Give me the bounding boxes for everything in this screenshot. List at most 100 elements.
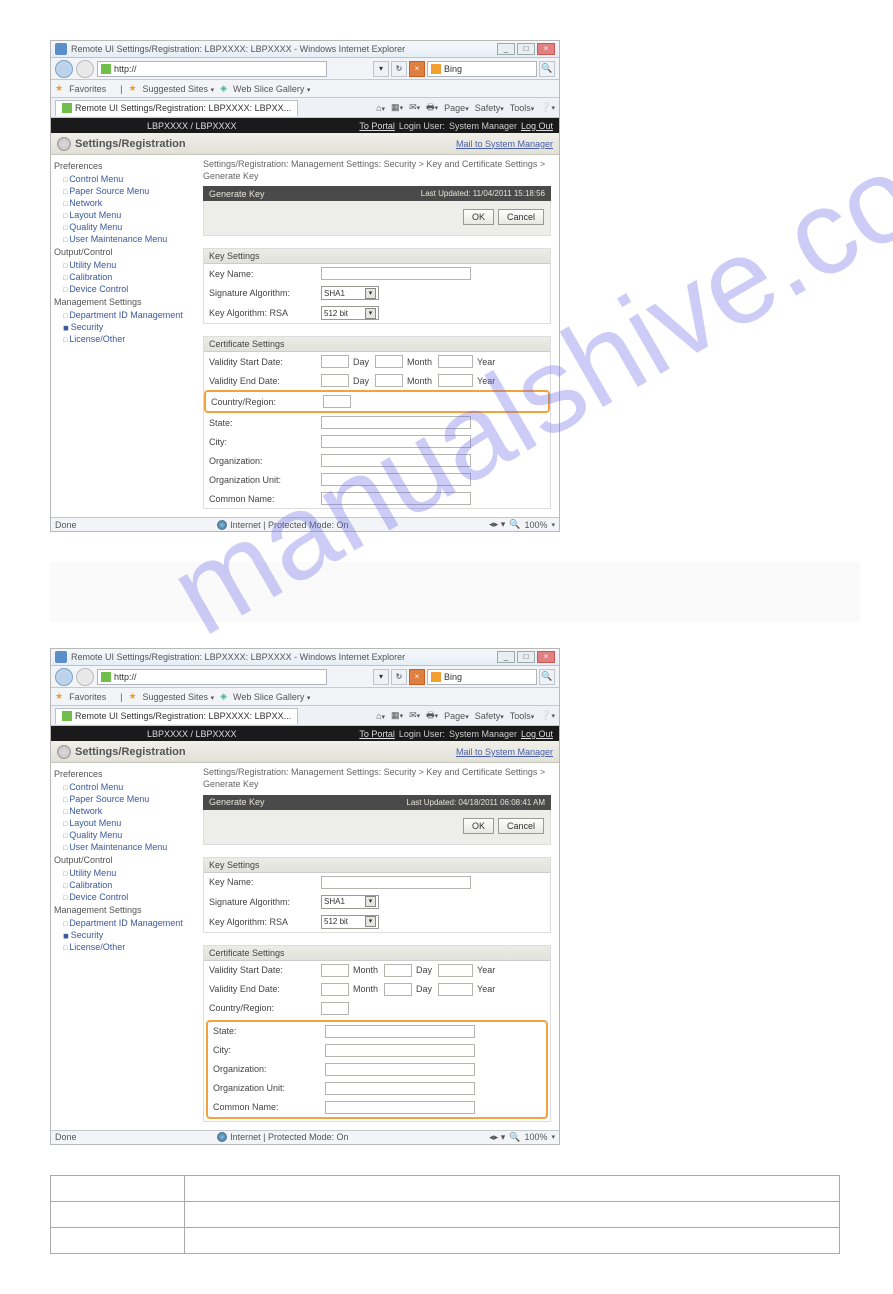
key-alg-select[interactable]: 512 bit▾ (321, 306, 379, 320)
zoom-icon[interactable]: 🔍 (509, 519, 520, 530)
search-field[interactable]: Bing (427, 669, 537, 685)
help-icon[interactable]: ❔▾ (540, 102, 555, 113)
mail-icon[interactable]: ✉▾ (409, 102, 420, 113)
back-button[interactable] (55, 60, 73, 78)
vstart-month-input[interactable] (375, 355, 403, 368)
feed-icon[interactable]: ▦▾ (391, 102, 403, 113)
browser-tab[interactable]: Remote UI Settings/Registration: LBPXXXX… (55, 100, 298, 116)
maximize-button[interactable]: □ (517, 651, 535, 663)
ou-input[interactable] (325, 1082, 475, 1095)
sidebar-item-usermaint[interactable]: User Maintenance Menu (57, 841, 191, 853)
portal-link[interactable]: To Portal (359, 729, 395, 739)
city-input[interactable] (321, 435, 471, 448)
home-icon[interactable]: ⌂▾ (376, 103, 385, 113)
refresh2-button[interactable]: ↻ (391, 669, 407, 685)
sidebar-item-calibration[interactable]: Calibration (57, 271, 191, 283)
logout-link[interactable]: Log Out (521, 729, 553, 739)
close-button[interactable]: × (537, 43, 555, 55)
vend-year-input[interactable] (438, 374, 473, 387)
url-field[interactable]: http:// (97, 61, 327, 77)
key-name-input[interactable] (321, 267, 471, 280)
refresh2-button[interactable]: ↻ (391, 61, 407, 77)
sidebar-item-control[interactable]: Control Menu (57, 173, 191, 185)
browser-tab[interactable]: Remote UI Settings/Registration: LBPXXXX… (55, 708, 298, 724)
sidebar-item-device[interactable]: Device Control (57, 891, 191, 903)
ok-button[interactable]: OK (463, 818, 494, 834)
vstart-month-input[interactable] (321, 964, 349, 977)
org-input[interactable] (325, 1063, 475, 1076)
sidebar-item-usermaint[interactable]: User Maintenance Menu (57, 233, 191, 245)
stop-button[interactable]: × (409, 61, 425, 77)
sidebar-item-security[interactable]: Security (57, 929, 191, 941)
forward-button[interactable] (76, 668, 94, 686)
sidebar-item-license[interactable]: License/Other (57, 333, 191, 345)
favorites-star-icon[interactable]: ★ (55, 691, 63, 702)
org-input[interactable] (321, 454, 471, 467)
sidebar-item-deptid[interactable]: Department ID Management (57, 309, 191, 321)
cn-input[interactable] (325, 1101, 475, 1114)
tools-menu[interactable]: Tools▾ (510, 711, 535, 721)
cancel-button[interactable]: Cancel (498, 209, 544, 225)
suggested-sites-link[interactable]: Suggested Sites ▾ (143, 692, 215, 702)
mail-link[interactable]: Mail to System Manager (456, 747, 553, 757)
forward-button[interactable] (76, 60, 94, 78)
ok-button[interactable]: OK (463, 209, 494, 225)
key-name-input[interactable] (321, 876, 471, 889)
vend-month-input[interactable] (375, 374, 403, 387)
tools-menu[interactable]: Tools▾ (510, 103, 535, 113)
safety-menu[interactable]: Safety▾ (475, 711, 504, 721)
sidebar-item-layout[interactable]: Layout Menu (57, 209, 191, 221)
zoom-icon[interactable]: 🔍 (509, 1132, 520, 1143)
cancel-button[interactable]: Cancel (498, 818, 544, 834)
page-menu[interactable]: Page▾ (444, 711, 469, 721)
sig-alg-select[interactable]: SHA1▾ (321, 895, 379, 909)
sidebar-item-network[interactable]: Network (57, 805, 191, 817)
vstart-day-input[interactable] (321, 355, 349, 368)
logout-link[interactable]: Log Out (521, 121, 553, 131)
sidebar-item-control[interactable]: Control Menu (57, 781, 191, 793)
sidebar-item-layout[interactable]: Layout Menu (57, 817, 191, 829)
state-input[interactable] (321, 416, 471, 429)
sidebar-item-quality[interactable]: Quality Menu (57, 829, 191, 841)
refresh-button[interactable]: ▾ (373, 61, 389, 77)
ou-input[interactable] (321, 473, 471, 486)
sidebar-item-calibration[interactable]: Calibration (57, 879, 191, 891)
page-menu[interactable]: Page▾ (444, 103, 469, 113)
suggested-sites-link[interactable]: Suggested Sites ▾ (143, 84, 215, 94)
cn-input[interactable] (321, 492, 471, 505)
home-icon[interactable]: ⌂▾ (376, 711, 385, 721)
sidebar-item-utility[interactable]: Utility Menu (57, 867, 191, 879)
back-button[interactable] (55, 668, 73, 686)
url-field[interactable]: http:// (97, 669, 327, 685)
key-alg-select[interactable]: 512 bit▾ (321, 915, 379, 929)
refresh-button[interactable]: ▾ (373, 669, 389, 685)
vstart-year-input[interactable] (438, 964, 473, 977)
help-icon[interactable]: ❔▾ (540, 710, 555, 721)
vend-year-input[interactable] (438, 983, 473, 996)
sig-alg-select[interactable]: SHA1▾ (321, 286, 379, 300)
sidebar-item-network[interactable]: Network (57, 197, 191, 209)
sidebar-item-device[interactable]: Device Control (57, 283, 191, 295)
vstart-day-input[interactable] (384, 964, 412, 977)
mail-link[interactable]: Mail to System Manager (456, 139, 553, 149)
sidebar-item-paper[interactable]: Paper Source Menu (57, 185, 191, 197)
sidebar-item-quality[interactable]: Quality Menu (57, 221, 191, 233)
city-input[interactable] (325, 1044, 475, 1057)
sidebar-item-paper[interactable]: Paper Source Menu (57, 793, 191, 805)
sidebar-item-deptid[interactable]: Department ID Management (57, 917, 191, 929)
web-slice-link[interactable]: Web Slice Gallery ▾ (233, 692, 310, 702)
sidebar-item-license[interactable]: License/Other (57, 941, 191, 953)
print-icon[interactable]: 🖶▾ (426, 708, 438, 724)
zoom-drop[interactable]: ▾ (551, 521, 555, 529)
stop-button[interactable]: × (409, 669, 425, 685)
vend-day-input[interactable] (321, 374, 349, 387)
search-button[interactable]: 🔍 (539, 669, 555, 685)
portal-link[interactable]: To Portal (359, 121, 395, 131)
minimize-button[interactable]: _ (497, 43, 515, 55)
maximize-button[interactable]: □ (517, 43, 535, 55)
zoom-drop[interactable]: ▾ (551, 1133, 555, 1141)
sidebar-item-security[interactable]: Security (57, 321, 191, 333)
mail-icon[interactable]: ✉▾ (409, 710, 420, 721)
close-button[interactable]: × (537, 651, 555, 663)
vend-month-input[interactable] (321, 983, 349, 996)
